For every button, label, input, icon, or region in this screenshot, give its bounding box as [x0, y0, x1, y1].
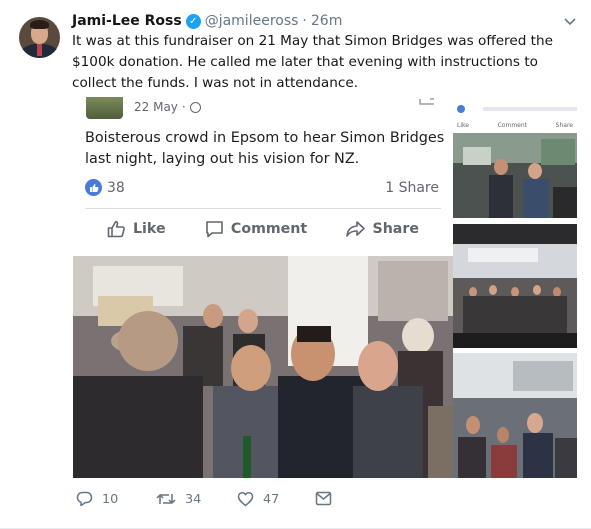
share-arrow-icon [346, 221, 366, 237]
more-options-icon [419, 98, 434, 105]
tweet-actions: 10 34 47 [72, 491, 372, 513]
fb-divider [85, 208, 441, 209]
fb-share-action: Share [346, 220, 419, 238]
fb-reactions: 38 [85, 179, 125, 196]
fb-like-label: Like [133, 221, 166, 237]
mini-share-label: Share [555, 122, 573, 129]
reply-icon [76, 491, 93, 507]
envelope-icon [315, 491, 332, 506]
facebook-post-image[interactable]: 22 May · Boisterous crowd in Epsom to he… [73, 97, 453, 478]
tweet-timestamp[interactable]: 26m [311, 13, 342, 29]
retweet-icon [156, 494, 176, 504]
reply-count: 10 [102, 491, 119, 507]
direct-message-button[interactable] [315, 491, 332, 506]
fb-comment-label: Comment [230, 221, 308, 237]
retweet-count: 34 [185, 491, 202, 507]
like-button[interactable]: 47 [237, 491, 279, 507]
fb-post-text: Boisterous crowd in Epsom to hear Simon … [85, 130, 445, 167]
tweet-text: It was at this fundraiser on 21 May that… [72, 33, 553, 91]
side-photo-1-fb-actions: Like Comment Share [457, 122, 573, 129]
side-photo-1[interactable] [453, 97, 577, 218]
fundraiser-crowd-photo [73, 256, 453, 478]
tweet: Jami-Lee Ross ✓ @jamileeross · 26m It wa… [0, 0, 591, 529]
fb-comment-action: Comment [205, 220, 307, 238]
thumbs-up-icon [107, 221, 125, 238]
header-separator: · [302, 13, 307, 29]
tweet-header: Jami-Lee Ross ✓ @jamileeross · 26m [72, 11, 342, 31]
fb-post-date: 22 May · [134, 100, 201, 114]
mini-comment-label: Comment [497, 122, 528, 129]
fb-date-separator: · [181, 100, 186, 114]
chevron-down-icon[interactable] [563, 14, 577, 28]
author-handle[interactable]: @jamileeross [205, 13, 299, 29]
fb-like-action: Like [107, 220, 166, 238]
fb-share-label: Share [372, 221, 419, 237]
heart-icon [237, 491, 254, 507]
retweet-button[interactable]: 34 [156, 491, 201, 507]
fb-actions: Like Comment Share [85, 215, 441, 243]
globe-icon [189, 101, 201, 113]
fb-share-count: 1 Share [385, 180, 439, 196]
verified-badge-icon: ✓ [185, 13, 201, 29]
like-count: 47 [263, 491, 280, 507]
fb-reaction-count: 38 [107, 179, 125, 196]
mini-like-label: Like [457, 122, 469, 129]
comment-icon [206, 221, 223, 238]
like-reaction-icon [85, 179, 102, 196]
author-name[interactable]: Jami-Lee Ross [72, 13, 182, 29]
fb-date-text: 22 May [134, 100, 178, 114]
author-avatar[interactable] [19, 17, 60, 58]
side-photo-2[interactable] [453, 224, 577, 348]
side-photo-3[interactable] [453, 353, 577, 478]
reply-button[interactable]: 10 [76, 491, 118, 507]
fb-page-avatar [86, 97, 123, 119]
